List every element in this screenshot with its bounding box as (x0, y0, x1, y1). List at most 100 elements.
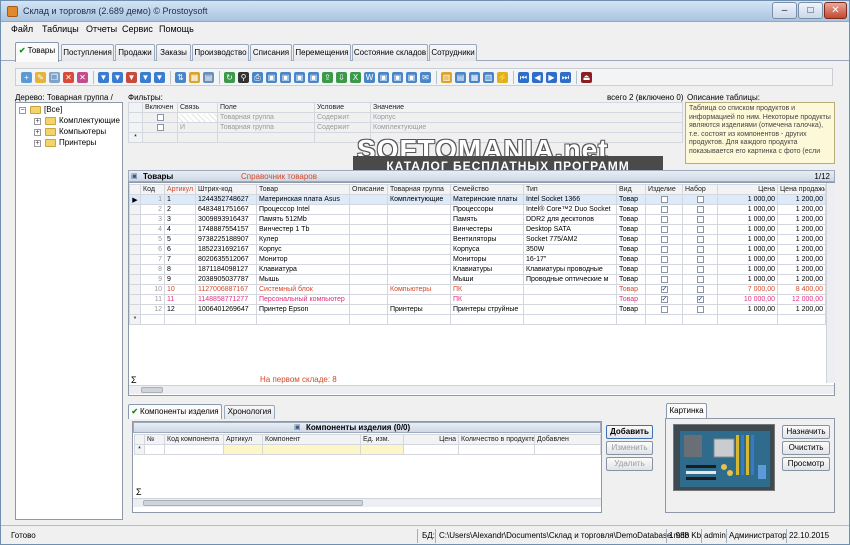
excel-icon[interactable]: X (350, 72, 361, 83)
col-component-code[interactable]: Код компонента (164, 434, 224, 445)
cell-type[interactable]: Intel Socket 1366 (523, 194, 617, 205)
cell-set[interactable] (682, 224, 718, 235)
cell-product[interactable]: Память 512Mb (256, 214, 350, 225)
cell-item[interactable] (645, 264, 683, 275)
table-row[interactable]: 12 12 1006401269647 Принтер Epson Принтеры Пр… (129, 304, 826, 315)
col-component-price[interactable]: Цена (403, 434, 459, 445)
table-row[interactable]: 9 9 2038905037787 Мышь Мыши Проводные оптичес… (129, 274, 826, 285)
mail-icon[interactable]: ✉ (420, 72, 431, 83)
cell-kind[interactable]: Товар (616, 284, 646, 295)
cell-article[interactable]: 12 (164, 304, 196, 315)
cell-sale-price[interactable]: 12 000,00 (777, 294, 826, 305)
cell-kind[interactable]: Товар (616, 234, 646, 245)
col-field[interactable]: Поле (217, 102, 315, 113)
item-checkbox[interactable] (660, 245, 668, 253)
cell-article[interactable]: 8 (164, 264, 196, 275)
clear-picture-button[interactable]: Очистить (782, 441, 830, 455)
cell-family[interactable]: ПК (450, 284, 524, 295)
cell-group[interactable]: Компьютеры (387, 284, 451, 295)
cell-price[interactable]: 1 000,00 (717, 234, 778, 245)
cell-family[interactable]: Корпуса (450, 244, 524, 255)
menu-reports[interactable]: Отчеты (86, 24, 117, 34)
cell-barcode[interactable]: 1148858771277 (195, 294, 257, 305)
cell-description[interactable] (349, 274, 388, 285)
cell-article[interactable]: 6 (164, 244, 196, 255)
cell-type[interactable]: Desktop SATA (523, 224, 617, 235)
menu-tables[interactable]: Таблицы (42, 24, 79, 34)
cell-code[interactable]: 8 (140, 264, 165, 275)
cell-sale-price[interactable]: 8 400,00 (777, 284, 826, 295)
cell-code[interactable]: 5 (140, 234, 165, 245)
set-checkbox[interactable] (696, 265, 704, 273)
filter-icon[interactable]: ▼ (98, 72, 109, 83)
tab-orders[interactable]: Заказы (156, 44, 191, 61)
cell-family[interactable]: Память (450, 214, 524, 225)
set-checkbox[interactable] (696, 255, 704, 263)
import-icon[interactable]: ⇩ (336, 72, 347, 83)
cell-sale-price[interactable]: 1 200,00 (777, 204, 826, 215)
tab-history[interactable]: Хронология (224, 405, 275, 419)
tab-employees[interactable]: Сотрудники (429, 44, 477, 61)
item-checkbox[interactable] (660, 225, 668, 233)
cell-family[interactable]: ПК (450, 294, 524, 305)
cell-price[interactable]: 1 000,00 (717, 224, 778, 235)
cell-group[interactable] (387, 214, 451, 225)
cell-code[interactable]: 11 (140, 294, 165, 305)
cell-item[interactable] (645, 224, 683, 235)
cell-article[interactable]: 3 (164, 214, 196, 225)
cell-barcode[interactable]: 3009893916437 (195, 214, 257, 225)
tab-components[interactable]: ✔ Компоненты изделия (128, 404, 222, 419)
cell-item[interactable] (645, 274, 683, 285)
cell-product[interactable]: Монитор (256, 254, 350, 265)
cell-set[interactable]: ✓ (682, 294, 718, 305)
cell-item[interactable]: ✓ (645, 284, 683, 295)
next-record-icon[interactable]: ▶ (546, 72, 557, 83)
col-item[interactable]: Изделие (645, 184, 683, 195)
cell-set[interactable] (682, 254, 718, 265)
cell-description[interactable] (349, 254, 388, 265)
cell-sale-price[interactable]: 1 200,00 (777, 264, 826, 275)
html-icon[interactable]: ▣ (378, 72, 389, 83)
cell-product[interactable]: Персональный компьютер (256, 294, 350, 305)
tab-warehouse-state[interactable]: Состояние складов (352, 44, 428, 61)
item-checkbox[interactable]: ✓ (660, 295, 668, 303)
vertical-scrollbar[interactable] (826, 183, 835, 383)
table-row[interactable]: 7 7 8020635512067 Монитор Мониторы 16-17" Това… (129, 254, 826, 265)
tab-production[interactable]: Производство (192, 44, 249, 61)
cell-sale-price[interactable]: 1 200,00 (777, 234, 826, 245)
cell-product[interactable]: Корпус (256, 244, 350, 255)
cell-price[interactable]: 1 000,00 (717, 204, 778, 215)
filter-clear-icon[interactable]: ▼ (154, 72, 165, 83)
cell-group[interactable] (387, 234, 451, 245)
cell-group[interactable] (387, 224, 451, 235)
cell-kind[interactable]: Товар (616, 204, 646, 215)
columns-icon[interactable]: ▤ (203, 72, 214, 83)
table-row[interactable]: 6 6 1852231692167 Корпус Корпуса 350W Товар 1 0… (129, 244, 826, 255)
view-picture-button[interactable]: Просмотр (782, 457, 830, 471)
exit-icon[interactable]: ⏏ (581, 72, 592, 83)
cell-sale-price[interactable]: 1 200,00 (777, 214, 826, 225)
col-set[interactable]: Набор (682, 184, 718, 195)
set-checkbox[interactable] (696, 235, 704, 243)
first-record-icon[interactable]: ⏮ (518, 72, 529, 83)
col-description[interactable]: Описание (349, 184, 388, 195)
cell-set[interactable] (682, 204, 718, 215)
col-price[interactable]: Цена (717, 184, 778, 195)
cell-code[interactable]: 4 (140, 224, 165, 235)
cell-family[interactable]: Мониторы (450, 254, 524, 265)
item-checkbox[interactable] (660, 195, 668, 203)
cell-type[interactable]: Socket 775/AM2 (523, 234, 617, 245)
col-type[interactable]: Тип (523, 184, 617, 195)
assign-picture-button[interactable]: Назначить (782, 425, 830, 439)
tab-transfers[interactable]: Перемещения (293, 44, 351, 61)
col-value[interactable]: Значение (370, 102, 683, 113)
cell-type[interactable]: 16-17" (523, 254, 617, 265)
cell-article[interactable]: 7 (164, 254, 196, 265)
filter-row[interactable]: И Товарная группа Содержит Комплектующие (128, 122, 683, 133)
cell-family[interactable]: Винчестеры (450, 224, 524, 235)
cell-barcode[interactable]: 1244352748627 (195, 194, 257, 205)
cell-item[interactable] (645, 244, 683, 255)
cell-group[interactable] (387, 294, 451, 305)
menu-file[interactable]: Файл (11, 24, 33, 34)
cell-kind[interactable]: Товар (616, 254, 646, 265)
